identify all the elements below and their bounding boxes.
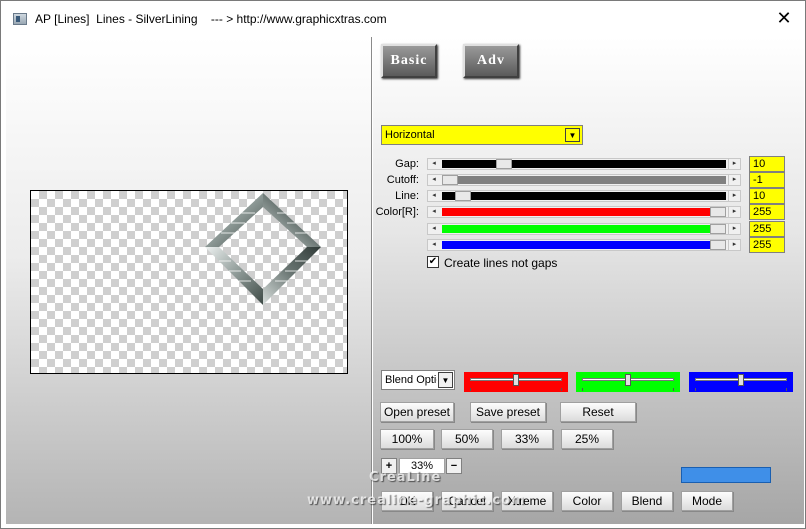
- arrow-right-icon[interactable]: ▸: [728, 159, 740, 169]
- slider-label: Color[R]:: [375, 206, 419, 218]
- close-icon[interactable]: ✕: [773, 7, 795, 29]
- zoom-50-button[interactable]: 50%: [441, 429, 493, 449]
- slider-scrollbar[interactable]: ◂ ▸: [427, 239, 741, 251]
- direction-value: Horizontal: [385, 129, 435, 141]
- color-button[interactable]: Color: [561, 491, 613, 511]
- arrow-left-icon[interactable]: ◂: [428, 240, 440, 250]
- slider-thumb[interactable]: [710, 240, 726, 250]
- blend-green-slider[interactable]: [576, 372, 680, 392]
- slider-thumb[interactable]: [710, 207, 726, 217]
- slider-track: [442, 208, 726, 216]
- slider-label: Line:: [395, 190, 419, 202]
- zoom-33-button[interactable]: 33%: [501, 429, 553, 449]
- controls-panel: Basic Adv Horizontal ▼ Gap: ◂ ▸ 10 Cutoff: ◂ ▸…: [373, 37, 804, 524]
- slider-scrollbar[interactable]: ◂ ▸: [427, 174, 741, 186]
- slider-track: [442, 225, 726, 233]
- watermark-url: www.crealine-graphic.com: [307, 493, 526, 508]
- arrow-right-icon[interactable]: ▸: [728, 207, 740, 217]
- save-preset-button[interactable]: Save preset: [470, 402, 546, 422]
- slider-track: [442, 160, 726, 168]
- arrow-left-icon[interactable]: ◂: [428, 224, 440, 234]
- arrow-left-icon[interactable]: ◂: [428, 191, 440, 201]
- blend-blue-slider[interactable]: [689, 372, 793, 392]
- chevron-down-icon[interactable]: ▼: [565, 128, 580, 142]
- zoom-25-button[interactable]: 25%: [561, 429, 613, 449]
- slider-knob[interactable]: [513, 374, 519, 386]
- arrow-left-icon[interactable]: ◂: [428, 175, 440, 185]
- adv-button[interactable]: Adv: [463, 44, 519, 78]
- watermark-title: CreaLine: [369, 470, 442, 485]
- blend-options-value: Blend Options: [385, 374, 437, 386]
- dialog-window: AP [Lines] Lines - SilverLining --- > ht…: [0, 0, 806, 529]
- preview-shape: [205, 193, 321, 305]
- slider-scrollbar[interactable]: ◂ ▸: [427, 206, 741, 218]
- arrow-left-icon[interactable]: ◂: [428, 207, 440, 217]
- arrow-right-icon[interactable]: ▸: [728, 240, 740, 250]
- slider-ticks: [470, 388, 562, 391]
- slider-thumb[interactable]: [455, 191, 471, 201]
- arrow-left-icon[interactable]: ◂: [428, 159, 440, 169]
- create-lines-checkbox[interactable]: ✔: [427, 256, 439, 268]
- slider-ticks: [582, 388, 674, 391]
- slider-value-field[interactable]: 255: [749, 221, 785, 237]
- blend-options-dropdown[interactable]: Blend Options ▼: [381, 370, 455, 390]
- arrow-right-icon[interactable]: ▸: [728, 175, 740, 185]
- window-title: AP [Lines] Lines - SilverLining --- > ht…: [35, 12, 387, 26]
- slider-knob[interactable]: [738, 374, 744, 386]
- slider-track: [442, 241, 726, 249]
- chevron-down-icon[interactable]: ▼: [438, 372, 453, 388]
- slider-thumb[interactable]: [710, 224, 726, 234]
- arrow-right-icon[interactable]: ▸: [728, 191, 740, 201]
- slider-thumb[interactable]: [442, 175, 458, 185]
- blend-button[interactable]: Blend: [621, 491, 673, 511]
- zoom-100-button[interactable]: 100%: [380, 429, 434, 449]
- slider-track: [442, 192, 726, 200]
- color-swatch[interactable]: [681, 467, 771, 483]
- slider-thumb[interactable]: [496, 159, 512, 169]
- preview-panel: [6, 37, 372, 524]
- slider-track: [442, 176, 726, 184]
- direction-dropdown[interactable]: Horizontal ▼: [381, 125, 583, 145]
- slider-scrollbar[interactable]: ◂ ▸: [427, 158, 741, 170]
- slider-scrollbar[interactable]: ◂ ▸: [427, 190, 741, 202]
- slider-knob[interactable]: [625, 374, 631, 386]
- preview-canvas: [30, 190, 348, 374]
- reset-button[interactable]: Reset: [560, 402, 636, 422]
- slider-label: Cutoff:: [386, 174, 419, 186]
- slider-value-field[interactable]: 255: [749, 237, 785, 253]
- arrow-right-icon[interactable]: ▸: [728, 224, 740, 234]
- slider-ticks: [695, 388, 787, 391]
- mode-button[interactable]: Mode: [681, 491, 733, 511]
- slider-label: Gap:: [395, 158, 419, 170]
- slider-value-field[interactable]: 255: [749, 204, 785, 220]
- slider-scrollbar[interactable]: ◂ ▸: [427, 223, 741, 235]
- title-bar: AP [Lines] Lines - SilverLining --- > ht…: [1, 1, 805, 37]
- slider-value-field[interactable]: 10: [749, 156, 785, 172]
- app-icon: [13, 13, 27, 25]
- slider-value-field[interactable]: 10: [749, 188, 785, 204]
- zoom-out-button[interactable]: −: [446, 458, 462, 474]
- open-preset-button[interactable]: Open preset: [380, 402, 454, 422]
- basic-button[interactable]: Basic: [381, 44, 437, 78]
- create-lines-label: Create lines not gaps: [444, 256, 558, 270]
- slider-value-field[interactable]: -1: [749, 172, 785, 188]
- blend-red-slider[interactable]: [464, 372, 568, 392]
